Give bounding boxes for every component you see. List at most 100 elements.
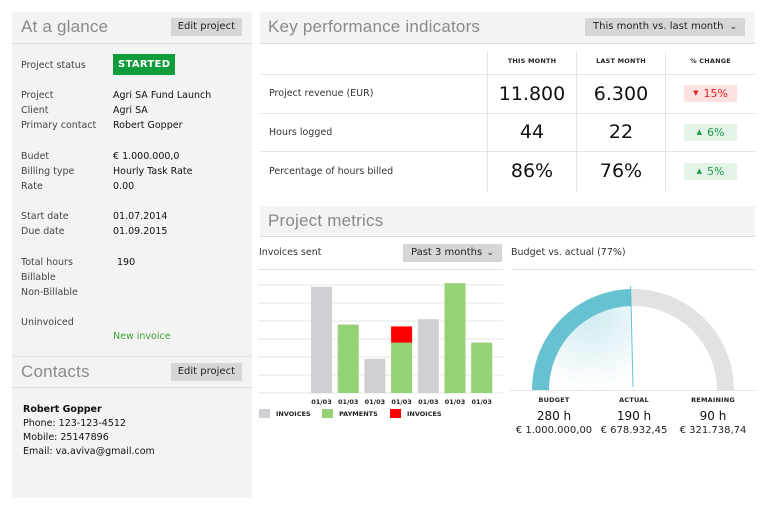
- field-label: Due date: [21, 226, 65, 237]
- budget-vs-actual-label: Budget vs. actual (77%): [511, 247, 626, 258]
- metrics-header: Project metrics: [260, 206, 755, 237]
- field-label: Non-Billable: [21, 287, 78, 298]
- x-tick-label: 01/03: [445, 398, 465, 406]
- column-header: THIS MONTH: [487, 52, 576, 74]
- field-value: € 1.000.000,0: [113, 151, 180, 162]
- contacts-title: Contacts: [21, 362, 90, 381]
- legend-swatch: [390, 409, 401, 418]
- period-dropdown[interactable]: This month vs. last month ⌄: [585, 18, 745, 36]
- field-value: Agri SA Fund Launch: [113, 90, 212, 101]
- x-tick-label: 01/03: [418, 398, 438, 406]
- field-label: Start date: [21, 211, 69, 222]
- metrics-title: Project metrics: [268, 211, 384, 230]
- budget-gauge: [510, 286, 755, 391]
- stat-label: ACTUAL: [619, 396, 649, 404]
- field-label: Primary contact: [21, 120, 97, 131]
- field-label: Budet: [21, 151, 50, 162]
- last-month-value: 22: [576, 113, 665, 151]
- legend-item: PAYMENTS: [322, 409, 378, 418]
- legend-label: INVOICES: [276, 409, 311, 418]
- this-month-value: 11.800: [487, 75, 576, 113]
- at-a-glance-panel: At a glance Edit project Project status …: [12, 12, 252, 498]
- x-tick-label: 01/03: [391, 398, 411, 406]
- field-label: Rate: [21, 181, 43, 192]
- row-label: Project revenue (EUR): [269, 88, 374, 100]
- field-label: Billable: [21, 272, 56, 283]
- x-tick-label: 01/03: [338, 398, 358, 406]
- legend-swatch: [259, 409, 270, 418]
- new-invoice-link[interactable]: New invoice: [113, 331, 171, 342]
- change-cell: ▲ 6%: [665, 113, 755, 151]
- column-header: LAST MONTH: [576, 52, 665, 74]
- row-label: Percentage of hours billed: [269, 165, 394, 177]
- this-month-value: 44: [487, 113, 576, 151]
- stat-amount: € 321.738,74: [679, 425, 747, 436]
- edit-contacts-button[interactable]: Edit project: [170, 363, 242, 381]
- range-dropdown[interactable]: Past 3 months ⌄: [403, 244, 502, 262]
- bar: [337, 324, 359, 393]
- stat-label: REMAINING: [691, 396, 735, 404]
- contact-name: Robert Gopper: [23, 404, 102, 415]
- stat-hours: 190 h: [616, 409, 652, 423]
- kpi-header: Key performance indicators This month vs…: [260, 12, 755, 44]
- x-tick-label: 01/03: [365, 398, 385, 406]
- bar: [391, 342, 413, 393]
- range-dropdown-value: Past 3 months: [411, 247, 483, 258]
- stat-amount: € 678.932,45: [600, 425, 668, 436]
- field-label: Total hours: [21, 257, 73, 268]
- stat-hours: 90 h: [699, 409, 727, 423]
- contacts-header: Contacts Edit project: [12, 356, 252, 388]
- change-badge: ▼ 15%: [684, 85, 737, 103]
- gauge-remaining-arc: [630, 289, 734, 390]
- triangle-up-icon: ▲: [696, 127, 702, 136]
- legend-label: INVOICES: [407, 409, 442, 418]
- kpi-title: Key performance indicators: [268, 17, 481, 36]
- stat-hours: 280 h: [536, 409, 572, 423]
- field-value: 01.09.2015: [113, 226, 168, 237]
- kpi-panel: Key performance indicators This month vs…: [260, 12, 755, 192]
- change-cell: ▼ 15%: [665, 75, 755, 113]
- invoices-sent-label: Invoices sent: [259, 247, 322, 258]
- change-badge: ▲ 6%: [684, 123, 737, 141]
- contact-mobile: Mobile: 25147896: [23, 432, 109, 443]
- contact-email: Email: va.aviva@gmail.com: [23, 446, 155, 457]
- change-badge: ▲ 5%: [684, 162, 737, 180]
- kpi-table: THIS MONTH LAST MONTH % CHANGE Project r…: [260, 52, 755, 191]
- column-header: % CHANGE: [665, 52, 755, 74]
- bar: [444, 283, 466, 393]
- field-value: 190: [117, 257, 136, 268]
- field-label: Project: [21, 90, 54, 101]
- field-value: Robert Gopper: [113, 120, 183, 131]
- legend-item: INVOICES: [390, 409, 442, 418]
- chevron-down-icon: ⌄: [486, 248, 494, 258]
- stat-label: BUDGET: [538, 396, 570, 404]
- edit-project-button[interactable]: Edit project: [170, 18, 242, 36]
- bar: [417, 319, 439, 393]
- last-month-value: 6.300: [576, 75, 665, 113]
- bar: [391, 326, 413, 343]
- legend-label: PAYMENTS: [339, 409, 378, 418]
- x-tick-label: 01/03: [311, 398, 331, 406]
- field-label: Client: [21, 105, 49, 116]
- at-a-glance-title: At a glance: [21, 17, 109, 36]
- chevron-down-icon: ⌄: [729, 22, 737, 32]
- change-value: 15%: [703, 87, 728, 101]
- field-value: 0.00: [113, 181, 135, 192]
- project-status-label: Project status: [21, 60, 86, 71]
- stat-amount: € 1.000.000,00: [515, 425, 593, 436]
- budget-stat: BUDGET 280 h € 1.000.000,00: [509, 396, 599, 436]
- row-label: Hours logged: [269, 126, 333, 138]
- at-a-glance-header: At a glance Edit project: [12, 12, 252, 44]
- bar: [364, 358, 386, 393]
- last-month-value: 76%: [576, 152, 665, 191]
- field-value: 01.07.2014: [113, 211, 168, 222]
- bar: [471, 342, 493, 393]
- change-value: 5%: [706, 164, 725, 178]
- this-month-value: 86%: [487, 152, 576, 191]
- x-tick-label: 01/03: [471, 398, 491, 406]
- legend-swatch: [322, 409, 333, 418]
- change-cell: ▲ 5%: [665, 152, 755, 191]
- status-badge: STARTED: [113, 54, 176, 75]
- period-dropdown-value: This month vs. last month: [593, 21, 724, 32]
- contact-phone: Phone: 123-123-4512: [23, 418, 126, 429]
